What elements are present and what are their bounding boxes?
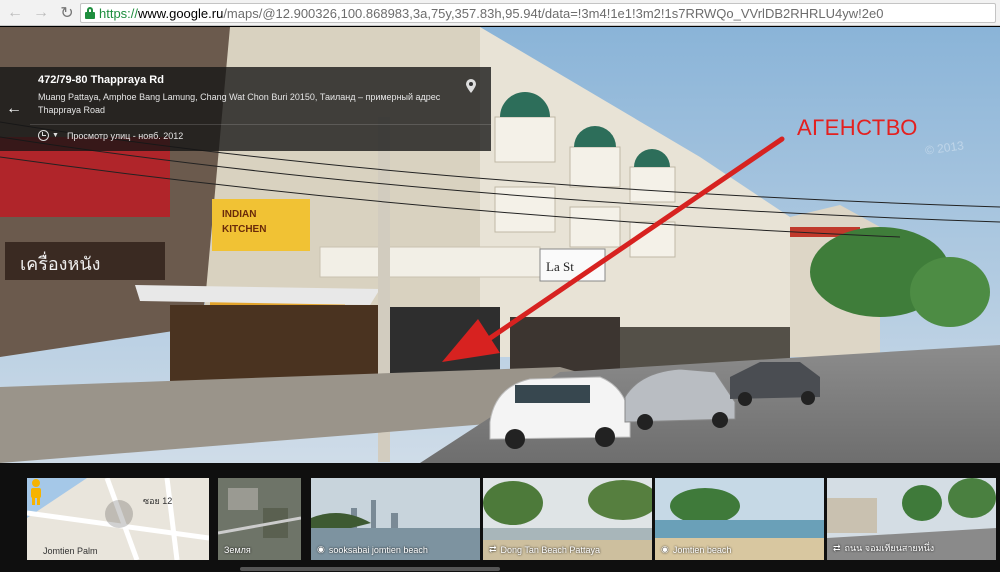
map-road-label: ซอย 12 bbox=[143, 496, 173, 506]
photo-label: Jomtien beach bbox=[672, 544, 732, 555]
card-divider bbox=[30, 124, 491, 125]
photo-filmstrip: ซอย 12 Jomtien Palm Земля ◉ sooksabai jom… bbox=[0, 463, 1000, 572]
url-scheme: https:// bbox=[99, 5, 139, 21]
clock-icon bbox=[38, 130, 49, 141]
annotation-label: АГЕНСТВО bbox=[797, 115, 918, 140]
svg-text:La St: La St bbox=[546, 259, 574, 274]
map-place-label: Jomtien Palm bbox=[43, 546, 98, 556]
panorama-thumbnail[interactable]: ⇄ ถนน จอมเทียนสายหนึ่ง bbox=[827, 478, 996, 560]
map-pin-icon[interactable] bbox=[466, 79, 476, 93]
location-title: 472/79-80 Thappraya Rd bbox=[38, 74, 164, 86]
pegman-icon[interactable] bbox=[27, 478, 45, 506]
chevron-down-icon: ▼ bbox=[52, 132, 59, 139]
thumbnail-label: Земля bbox=[224, 545, 251, 555]
photo-label: ถนน จอมเทียนสายหนึ่ง bbox=[844, 543, 935, 553]
url-host: www.google.ru bbox=[138, 5, 224, 21]
address-bar[interactable]: https:// www.google.ru /maps/@12.900326,… bbox=[80, 3, 996, 23]
earth-label: Земля bbox=[224, 545, 251, 555]
svg-text:KITCHEN: KITCHEN bbox=[222, 224, 266, 235]
back-arrow-icon[interactable]: ← bbox=[0, 67, 28, 151]
panorama-icon: ⇄ bbox=[489, 544, 497, 554]
road-name: Thappraya Road bbox=[38, 105, 106, 115]
thumbnail-label: ⇄ Dong Tan Beach Pattaya bbox=[489, 544, 600, 555]
thumbnail-label: ⇄ ถนน จอมเทียนสายหนึ่ง bbox=[833, 541, 934, 555]
photo-label: Dong Tan Beach Pattaya bbox=[500, 544, 600, 555]
url-path: /maps/@12.900326,100.868983,3a,75y,357.8… bbox=[223, 5, 884, 21]
location-address: Muang Pattaya, Amphoe Bang Lamung, Chang… bbox=[38, 91, 468, 117]
photo-label: sooksabai jomtien beach bbox=[328, 544, 428, 555]
lock-icon bbox=[85, 7, 95, 19]
camera-icon: ◉ bbox=[317, 544, 325, 554]
browser-toolbar: ← → ↻ https:// www.google.ru /maps/@12.9… bbox=[0, 0, 1000, 26]
svg-text:INDIAN: INDIAN bbox=[222, 209, 256, 220]
thumbnail-label: ◉ Jomtien beach bbox=[661, 544, 731, 555]
white-car bbox=[489, 376, 631, 449]
map-thumbnail[interactable]: ซอย 12 Jomtien Palm bbox=[27, 478, 209, 560]
camera-icon: ◉ bbox=[661, 544, 669, 554]
panorama-thumbnail[interactable]: ⇄ Dong Tan Beach Pattaya bbox=[483, 478, 652, 560]
thumbnail-label: ◉ sooksabai jomtien beach bbox=[317, 544, 428, 555]
street-view-panorama[interactable]: เครื่องหนัง INDIAN KITCHEN IND bbox=[0, 27, 1000, 463]
capture-date: Просмотр улиц - нояб. 2012 bbox=[66, 130, 184, 141]
map-place-name: Jomtien Palm bbox=[43, 546, 98, 556]
arrow-right-icon[interactable]: → bbox=[30, 2, 52, 24]
reload-icon[interactable]: ↻ bbox=[56, 2, 78, 24]
location-info-card: ← 472/79-80 Thappraya Rd Muang Pattaya, … bbox=[0, 67, 491, 151]
arrow-left-icon[interactable]: ← bbox=[4, 2, 26, 24]
earth-thumbnail[interactable]: Земля bbox=[218, 478, 301, 560]
filmstrip-scrollbar[interactable] bbox=[240, 567, 500, 571]
address-line: Muang Pattaya, Amphoe Bang Lamung, Chang… bbox=[38, 92, 441, 102]
photo-thumbnail[interactable]: ◉ sooksabai jomtien beach bbox=[311, 478, 480, 560]
panorama-icon: ⇄ bbox=[833, 542, 841, 553]
photo-thumbnail[interactable]: ◉ Jomtien beach bbox=[655, 478, 824, 560]
timeline-selector[interactable]: ▼ Просмотр улиц - нояб. 2012 bbox=[38, 130, 183, 141]
svg-text:เครื่องหนัง: เครื่องหนัง bbox=[20, 251, 100, 274]
